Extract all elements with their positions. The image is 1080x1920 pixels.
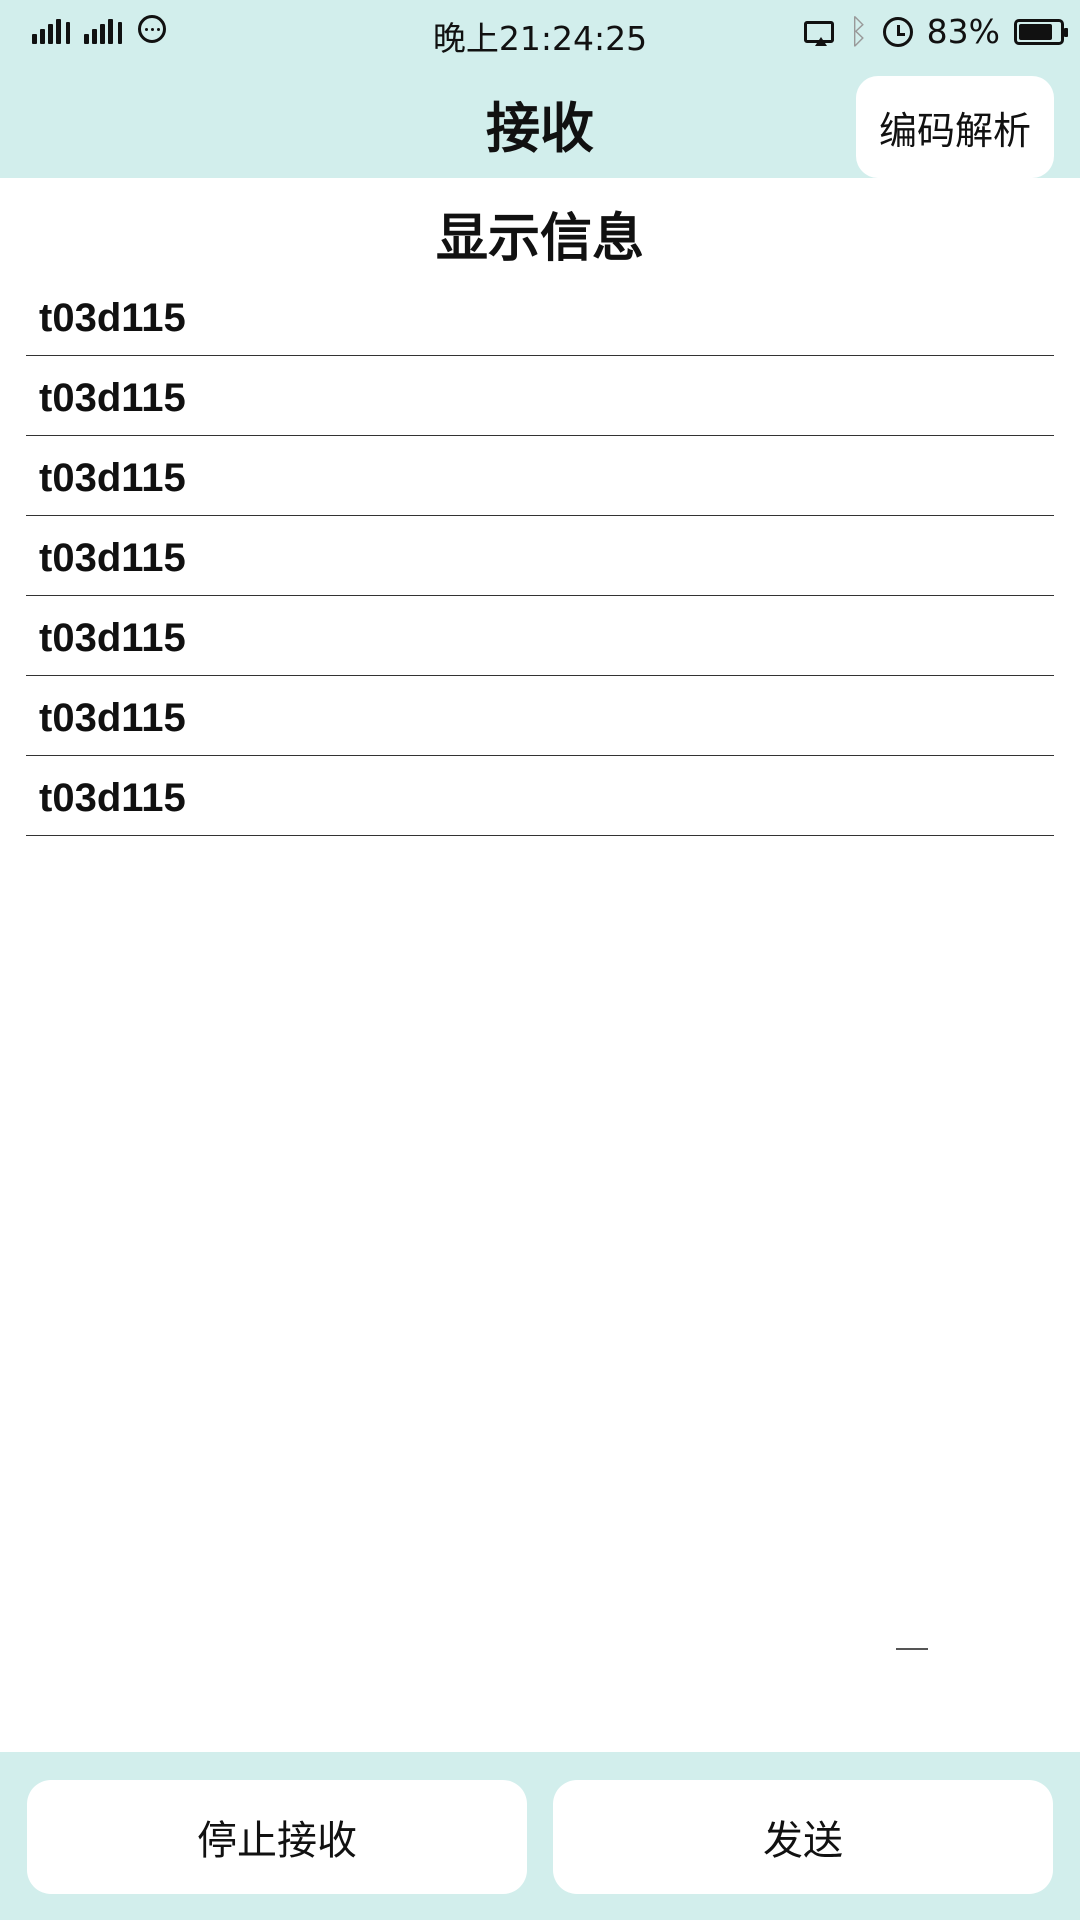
battery-icon <box>1014 18 1068 45</box>
stop-receive-button[interactable]: 停止接收 <box>27 1780 527 1894</box>
alarm-icon <box>882 16 913 47</box>
list-item[interactable]: t03d115 <box>26 436 1054 516</box>
send-button[interactable]: 发送 <box>553 1780 1053 1894</box>
message-list[interactable]: t03d115 t03d115 t03d115 t03d115 t03d115 t03d1… <box>26 276 1054 836</box>
section-title: 显示信息 <box>435 209 644 269</box>
bluetooth-icon: ᛒ <box>848 11 869 52</box>
status-right-icons: ᛒ 83% <box>804 11 1068 52</box>
list-item[interactable]: t03d115 <box>26 276 1054 356</box>
battery-level-fill <box>1019 23 1053 40</box>
divider-mark <box>896 1648 928 1650</box>
app-bar: 接收 编码解析 <box>0 62 1080 178</box>
list-item[interactable]: t03d115 <box>26 756 1054 836</box>
list-item[interactable]: t03d115 <box>26 356 1054 436</box>
list-item[interactable]: t03d115 <box>26 516 1054 596</box>
list-item[interactable]: t03d115 <box>26 596 1054 676</box>
decode-parse-button[interactable]: 编码解析 <box>856 76 1054 178</box>
list-item[interactable]: t03d115 <box>26 676 1054 756</box>
battery-percent: 83% <box>926 12 1000 51</box>
status-bar: 晚上21:24:25 ᛒ 83% <box>0 0 1080 62</box>
bottom-action-bar: 停止接收 发送 <box>0 1752 1080 1920</box>
screen-cast-icon <box>804 20 835 46</box>
